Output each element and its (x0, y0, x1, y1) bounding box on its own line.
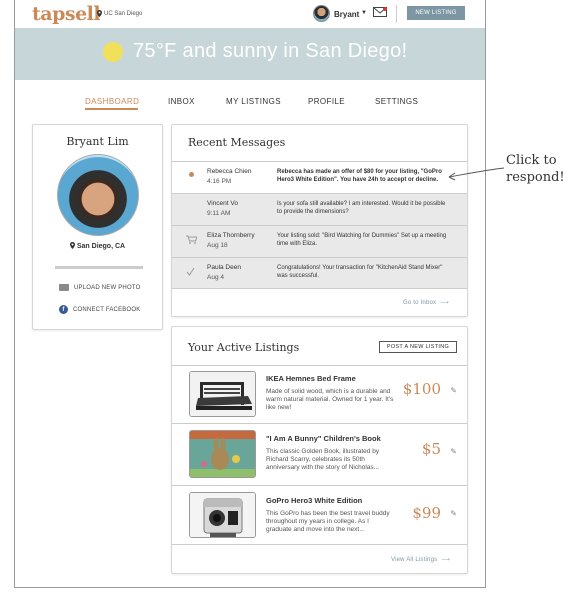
upload-photo-label: UPLOAD NEW PHOTO (74, 284, 141, 291)
cart-icon (186, 235, 197, 244)
location[interactable]: UC San Diego (97, 10, 142, 17)
user-avatar[interactable] (313, 5, 330, 22)
view-all-listings-label: View All Listings (391, 557, 438, 563)
listing-title[interactable]: "I Am A Bunny" Children's Book (266, 434, 381, 443)
nav-my-listings[interactable]: MY LISTINGS (226, 97, 281, 106)
messages-title: Recent Messages (188, 136, 286, 149)
listing-description: This classic Golden Book, illustrated by… (266, 448, 380, 471)
top-bar: tapsell UC San Diego Bryant ▼ NEW LISTIN… (15, 0, 485, 28)
profile-card: Bryant Lim San Diego, CA UPLOAD NEW PHOT… (32, 124, 163, 330)
post-new-listing-button[interactable]: POST A NEW LISTING (379, 341, 457, 353)
user-name[interactable]: Bryant (334, 10, 359, 19)
message-sender: Rebecca Chien (207, 168, 252, 175)
message-date: 4:16 PM (207, 178, 232, 185)
bed-image (189, 371, 256, 417)
listing-row[interactable]: "I Am A Bunny" Children's Book This clas… (172, 423, 467, 485)
active-listings-card: Your Active Listings POST A NEW LISTING … (171, 326, 468, 574)
message-text: Your listing sold: "Bird Watching for Du… (277, 233, 447, 247)
divider (396, 5, 397, 23)
listings-title: Your Active Listings (188, 341, 300, 354)
connect-facebook-label: CONNECT FACEBOOK (73, 306, 141, 313)
listing-price: $5 (421, 440, 441, 458)
message-date: Aug 18 (207, 242, 228, 249)
listing-description: Made of solid wood, which is a durable a… (266, 388, 394, 411)
annotation-line-2: respond! (506, 170, 565, 185)
divider (55, 266, 143, 269)
nav-active-underline (85, 108, 138, 110)
listing-row[interactable]: IKEA Hemnes Bed Frame Made of solid wood… (172, 365, 467, 423)
message-text: Rebecca has made an offer of $80 for you… (277, 169, 442, 183)
message-row[interactable]: Eliza Thornberry Aug 18 Your listing sol… (172, 225, 467, 257)
message-row[interactable]: Paula Deen Aug 4 Congratulations! Your t… (172, 257, 467, 289)
location-label: UC San Diego (104, 10, 143, 17)
new-listing-button[interactable]: NEW LISTING (407, 6, 465, 20)
upload-photo-link[interactable]: UPLOAD NEW PHOTO (59, 284, 140, 291)
edit-pencil-icon[interactable]: ✎ (450, 509, 457, 518)
go-to-inbox-link[interactable]: Go to Inbox ⟶ (403, 299, 449, 306)
location-pin-icon (69, 242, 75, 249)
profile-avatar (57, 154, 139, 236)
camera-image (189, 492, 256, 538)
listing-title[interactable]: IKEA Hemnes Bed Frame (266, 374, 356, 383)
go-to-inbox-label: Go to Inbox (403, 300, 437, 306)
nav-inbox[interactable]: INBOX (168, 97, 195, 106)
camera-icon (59, 284, 69, 291)
book-image (189, 430, 256, 478)
listing-title[interactable]: GoPro Hero3 White Edition (266, 496, 362, 505)
annotation-line-1: Click to (506, 153, 557, 168)
connect-facebook-link[interactable]: f CONNECT FACEBOOK (59, 305, 140, 314)
annotation-arrow-icon (448, 167, 505, 181)
chevron-down-icon[interactable]: ▼ (361, 10, 367, 16)
arrow-right-icon: ⟶ (441, 557, 451, 563)
mail-icon[interactable] (373, 7, 387, 17)
arrow-right-icon: ⟶ (440, 300, 450, 306)
annotation-text: Click to respond! (506, 152, 565, 186)
location-pin-icon (97, 10, 102, 17)
nav-dashboard[interactable]: DASHBOARD (85, 97, 139, 106)
listing-description: This GoPro has been the best travel budd… (266, 510, 390, 533)
profile-city: San Diego, CA (33, 242, 162, 250)
sun-icon (103, 42, 123, 62)
message-text: Congratulations! Your transaction for "K… (277, 265, 443, 279)
recent-messages-card: Recent Messages Rebecca Chien 4:16 PM Re… (171, 124, 468, 317)
listing-price: $100 (402, 380, 441, 398)
app-window: tapsell UC San Diego Bryant ▼ NEW LISTIN… (14, 0, 486, 588)
message-text: Is your sofa still available? I am inter… (277, 201, 446, 215)
unread-dot-icon (189, 172, 194, 177)
message-date: Aug 4 (207, 274, 224, 281)
edit-pencil-icon[interactable]: ✎ (450, 386, 457, 395)
nav-settings[interactable]: SETTINGS (375, 97, 418, 106)
listing-row[interactable]: GoPro Hero3 White Edition This GoPro has… (172, 485, 467, 545)
nav-profile[interactable]: PROFILE (308, 97, 345, 106)
logo[interactable]: tapsell (32, 3, 101, 25)
facebook-icon: f (59, 305, 68, 314)
message-sender: Vincent Vo (207, 200, 238, 207)
message-row[interactable]: Vincent Vo 9:11 AM Is your sofa still av… (172, 193, 467, 225)
view-all-listings-link[interactable]: View All Listings ⟶ (391, 556, 450, 563)
weather-text: 75°F and sunny in San Diego! (133, 40, 408, 62)
message-date: 9:11 AM (207, 210, 231, 217)
profile-name: Bryant Lim (66, 135, 129, 148)
message-sender: Eliza Thornberry (207, 232, 255, 239)
edit-pencil-icon[interactable]: ✎ (450, 447, 457, 456)
weather-banner: 75°F and sunny in San Diego! (15, 28, 485, 80)
check-icon (186, 267, 195, 276)
profile-city-label: San Diego, CA (76, 243, 126, 250)
message-sender: Paula Deen (207, 264, 241, 271)
listing-price: $99 (412, 504, 441, 522)
message-row[interactable]: Rebecca Chien 4:16 PM Rebecca has made a… (172, 161, 467, 193)
